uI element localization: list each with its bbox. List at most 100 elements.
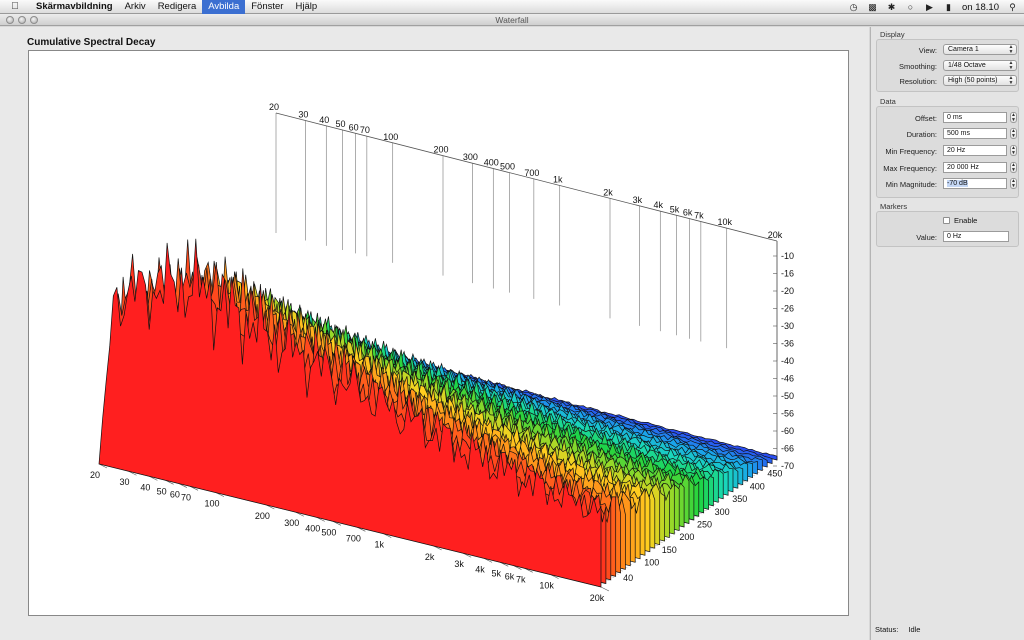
view-popup[interactable]: Camera 1 ▲ ▼ [943, 44, 1017, 55]
smoothing-popup[interactable]: 1/48 Octave ▲ ▼ [943, 60, 1017, 71]
floor-tick [600, 586, 610, 592]
enable-markers-label[interactable]: Enable [954, 216, 977, 225]
frequency-tick-label-front: 700 [346, 533, 361, 543]
min-frequency-value: 20 Hz [947, 147, 966, 154]
time-tick-label: 150 [662, 545, 677, 555]
popup-arrows-icon: ▲ ▼ [1008, 60, 1014, 71]
frequency-tick-label-back: 5k [670, 204, 680, 214]
min-frequency-field[interactable]: 20 Hz [943, 145, 1007, 156]
waterfall-plot[interactable]: 20 30 40 50 60 70 100 200 300 400 500 700 1k 2k 3k 4k 5k… [28, 50, 849, 616]
menu-hjalp[interactable]: Hjälp [289, 0, 323, 14]
min-magnitude-field[interactable]: -70 dB [943, 178, 1007, 189]
frequency-tick-label-back: 50 [335, 119, 345, 129]
time-tick-label: 400 [750, 481, 765, 491]
magnitude-tick-label: -50 [781, 391, 794, 401]
frequency-tick-label-back: 1k [553, 174, 563, 184]
magnitude-tick-label: -36 [781, 339, 794, 349]
max-frequency-stepper[interactable]: ▲ ▼ [1010, 162, 1017, 173]
duration-field[interactable]: 500 ms [943, 128, 1007, 139]
volume-icon[interactable]: ▶ [924, 2, 935, 12]
frequency-tick-label-back: 400 [484, 158, 499, 168]
resolution-label: Resolution: [899, 77, 937, 86]
min-frequency-stepper[interactable]: ▲ ▼ [1010, 145, 1017, 156]
frequency-tick-label-front: 30 [119, 477, 129, 487]
duration-stepper[interactable]: ▲ ▼ [1010, 128, 1017, 139]
magnitude-tick-label: -20 [781, 286, 794, 296]
popup-arrows-icon: ▲ ▼ [1008, 44, 1014, 55]
frequency-tick-label-front: 2k [425, 552, 435, 562]
wifi-icon[interactable]: ○ [905, 2, 916, 12]
frequency-tick-label-back: 100 [383, 132, 398, 142]
frequency-tick-label-back: 300 [463, 152, 478, 162]
menu-app-name[interactable]: Skärmavbildning [30, 0, 119, 14]
offset-value: 0 ms [947, 114, 963, 121]
frequency-tick-label-front: 4k [475, 564, 485, 574]
frequency-tick-label-back: 3k [633, 195, 643, 205]
display-icon[interactable]: ▩ [867, 2, 878, 12]
frequency-tick-label-back: 6k [683, 208, 693, 218]
frequency-tick-label-back: 7k [694, 211, 704, 221]
max-frequency-field[interactable]: 20 000 Hz [943, 162, 1007, 173]
menubar-clock[interactable]: on 18.10 [962, 2, 999, 13]
frequency-tick-label-front: 100 [204, 499, 219, 509]
status-menus: ◷ ▩ ✱ ○ ▶ ▮ on 18.10 ⚲ [848, 0, 1018, 14]
display-group-label: Display [880, 30, 905, 39]
view-label: View: [918, 46, 937, 55]
status-value: Idle [908, 625, 921, 634]
data-group-label: Data [880, 97, 896, 106]
time-tick-label: 250 [697, 520, 712, 530]
markers-group: Enable Value: 0 Hz [876, 211, 1019, 247]
frequency-tick-label-front: 20 [90, 470, 100, 480]
magnitude-tick-label: -56 [781, 409, 794, 419]
menu-arkiv[interactable]: Arkiv [119, 0, 152, 14]
magnitude-tick-label: -46 [781, 374, 794, 384]
resolution-popup[interactable]: High (50 points) ▲ ▼ [943, 75, 1017, 86]
frequency-tick-label-front: 70 [181, 492, 191, 502]
smoothing-popup-value: 1/48 Octave [948, 62, 986, 69]
magnitude-tick-label: -66 [781, 444, 794, 454]
battery-icon[interactable]: ▮ [943, 2, 954, 12]
offset-stepper[interactable]: ▲ ▼ [1010, 112, 1017, 123]
offset-field[interactable]: 0 ms [943, 112, 1007, 123]
waterfall-chart-svg: 203040 50 60 70100200300400 5007001k2k3k4k 5k… [90, 102, 794, 603]
inspector-panel: Display View: Camera 1 ▲ ▼ Smoothing: 1/4… [870, 27, 1024, 640]
magnitude-tick-label: -40 [781, 356, 794, 366]
apple-icon[interactable]:  [0, 1, 30, 12]
duration-label: Duration: [906, 130, 937, 139]
resolution-popup-value: High (50 points) [948, 77, 998, 84]
menu-avbilda[interactable]: Avbilda [202, 0, 246, 14]
menu-redigera[interactable]: Redigera [152, 0, 203, 14]
min-magnitude-label: Min Magnitude: [885, 180, 937, 189]
time-tick-label: 300 [715, 507, 730, 517]
magnitude-tick-label: -70 [781, 461, 794, 471]
min-magnitude-value: -70 dB [947, 180, 968, 187]
window-title: Waterfall [495, 15, 529, 25]
duration-value: 500 ms [947, 130, 970, 137]
marker-value-field[interactable]: 0 Hz [943, 231, 1009, 242]
magnitude-tick-label: -10 [781, 251, 794, 261]
magnitude-tick-label: -26 [781, 304, 794, 314]
time-tick-label: 100 [644, 558, 659, 568]
frequency-tick-label-back: 10k [717, 217, 732, 227]
menu-fonster[interactable]: Fönster [245, 0, 289, 14]
frequency-tick-label-back: 700 [524, 168, 539, 178]
frequency-tick-label-back: 70 [360, 125, 370, 135]
bluetooth-icon[interactable]: ✱ [886, 2, 897, 12]
time-machine-icon[interactable]: ◷ [848, 2, 859, 12]
display-group: View: Camera 1 ▲ ▼ Smoothing: 1/48 Octave… [876, 39, 1019, 92]
min-magnitude-stepper[interactable]: ▲ ▼ [1010, 178, 1017, 189]
frequency-tick-label-front: 3k [454, 559, 464, 569]
frequency-tick-label-back: 60 [349, 122, 359, 132]
window-titlebar: Waterfall [0, 14, 1024, 26]
smoothing-label: Smoothing: [899, 62, 937, 71]
min-frequency-label: Min Frequency: [885, 147, 937, 156]
spotlight-search-icon[interactable]: ⚲ [1007, 2, 1018, 12]
offset-label: Offset: [915, 114, 937, 123]
frequency-tick-label-back: 40 [319, 115, 329, 125]
frequency-tick-label-back: 20 [269, 102, 279, 112]
time-tick-label: 40 [623, 573, 633, 583]
view-popup-value: Camera 1 [948, 46, 979, 53]
frequency-tick-label-front: 60 [170, 490, 180, 500]
time-tick-label: 200 [679, 532, 694, 542]
enable-markers-checkbox[interactable] [943, 217, 950, 224]
